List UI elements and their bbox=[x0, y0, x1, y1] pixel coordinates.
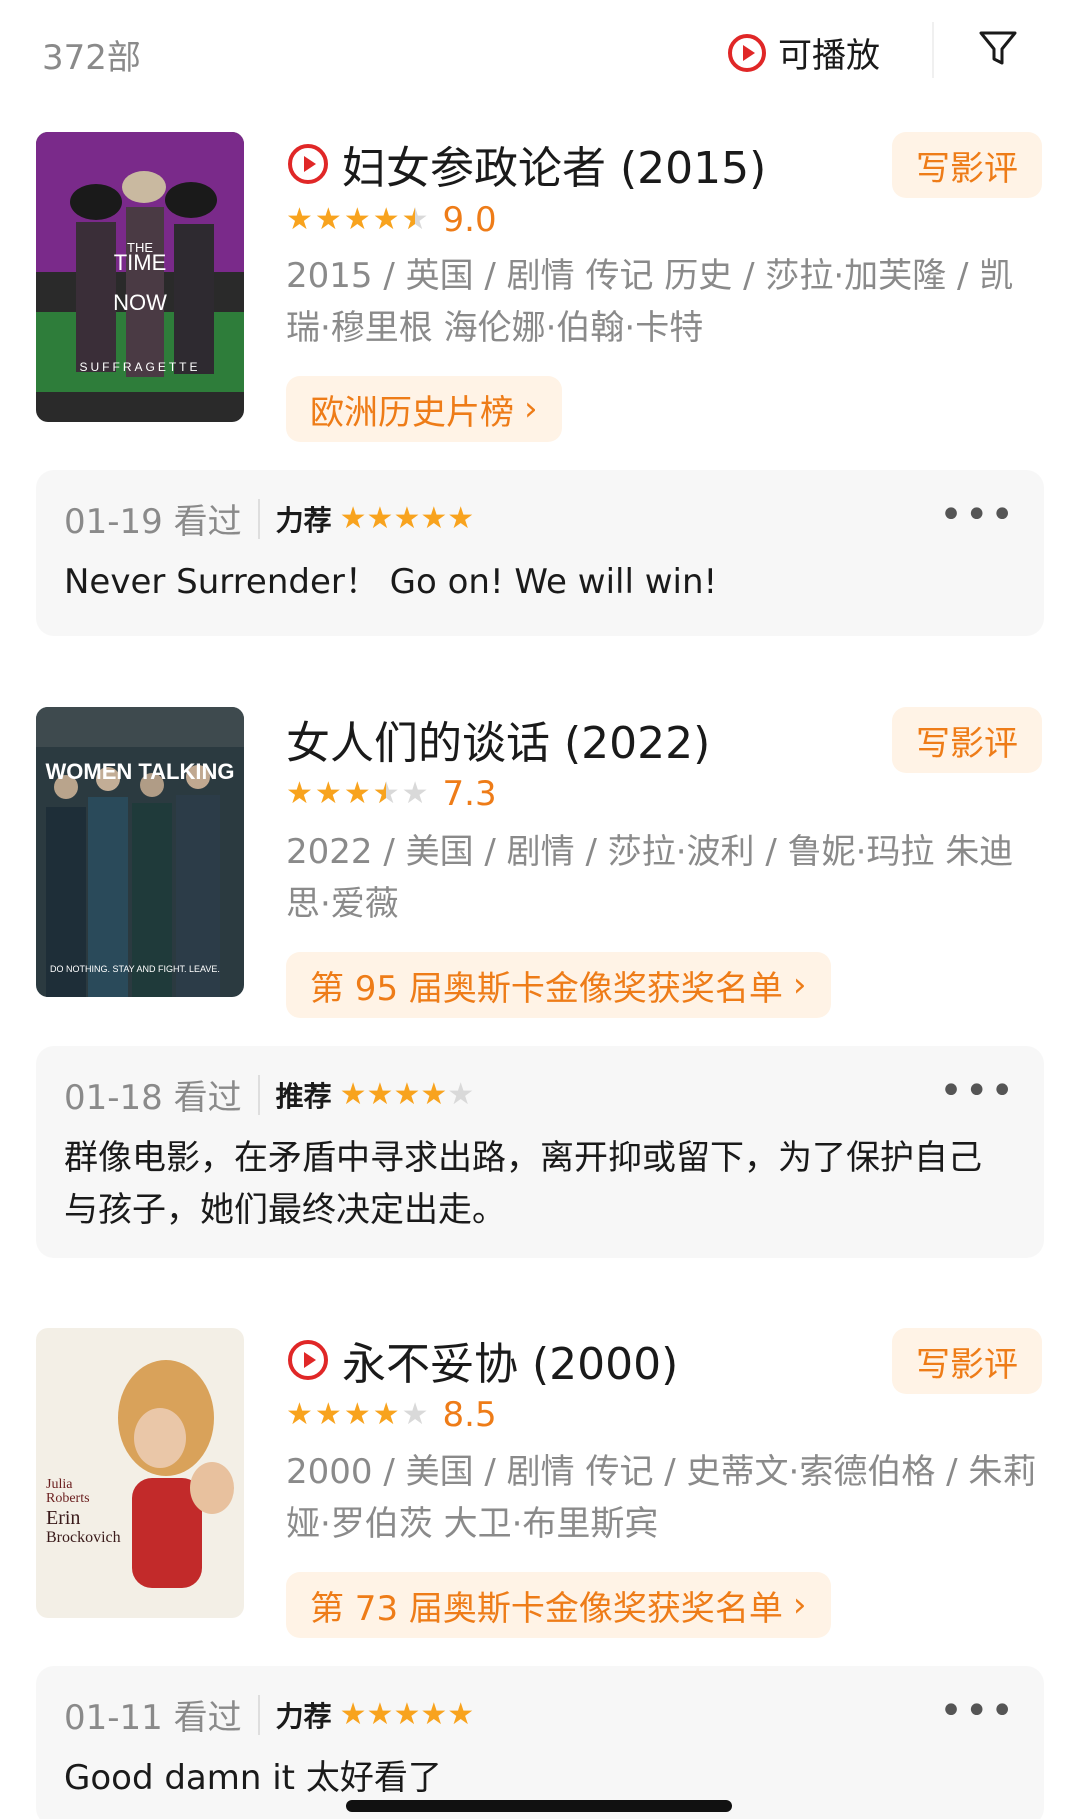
review-stars: ★ ★ ★ ★ ★ bbox=[339, 1696, 475, 1732]
rating-row: ★★★★★ 7.3 bbox=[286, 774, 497, 814]
ranking-list-chip[interactable]: 第 73 届奥斯卡金像奖获奖名单 › bbox=[286, 1572, 831, 1638]
review-text: Good damn it 太好看了 bbox=[64, 1758, 442, 1798]
playable-filter-button[interactable]: 可播放 bbox=[726, 28, 880, 77]
review-level: 力荐 bbox=[275, 503, 332, 537]
svg-text:Roberts: Roberts bbox=[46, 1491, 90, 1506]
chevron-right-icon: › bbox=[524, 389, 538, 429]
svg-text:WOMEN TALKING: WOMEN TALKING bbox=[45, 759, 234, 784]
review-header: 01-19 看过 力荐 ★ ★ ★ ★ ★ bbox=[64, 494, 474, 543]
ranking-list-label: 第 95 届奥斯卡金像奖获奖名单 bbox=[310, 968, 783, 1009]
movie-meta: 2015 / 英国 / 剧情 传记 历史 / 莎拉·加芙隆 / 凯瑞·穆里根 海… bbox=[286, 256, 1014, 348]
movie-title[interactable]: 永不妥协 (2000) bbox=[342, 1328, 678, 1392]
movie-poster[interactable]: Julia Roberts Erin Brockovich bbox=[36, 1328, 244, 1618]
svg-text:Erin: Erin bbox=[46, 1507, 80, 1529]
svg-text:NOW: NOW bbox=[113, 290, 167, 315]
movie-title[interactable]: 女人们的谈话 (2022) bbox=[286, 707, 710, 771]
movie-meta: 2022 / 美国 / 剧情 / 莎拉·波利 / 鲁妮·玛拉 朱迪思·爱薇 bbox=[286, 832, 1014, 924]
rating-stars: ★ ★ ★ ★ ★ bbox=[286, 779, 429, 810]
svg-text:DO NOTHING. STAY AND FIGHT. LE: DO NOTHING. STAY AND FIGHT. LEAVE. bbox=[50, 964, 220, 974]
svg-text:Julia: Julia bbox=[46, 1477, 73, 1492]
review-date: 01-11 看过 bbox=[64, 1698, 242, 1738]
review-header: 01-18 看过 推荐 ★ ★ ★ ★ ★ bbox=[64, 1070, 474, 1119]
movie-meta: 2000 / 美国 / 剧情 传记 / 史蒂文·索德伯格 / 朱莉娅·罗伯茨 大… bbox=[286, 1452, 1037, 1544]
top-bar: 372部 可播放 bbox=[0, 0, 1080, 100]
movie-title[interactable]: 妇女参政论者 (2015) bbox=[342, 132, 766, 196]
ranking-list-chip[interactable]: 欧洲历史片榜 › bbox=[286, 376, 562, 442]
rating-score: 9.0 bbox=[442, 200, 497, 240]
rating-score: 8.5 bbox=[442, 1395, 497, 1435]
playable-label: 可播放 bbox=[778, 36, 880, 76]
play-circle-icon bbox=[288, 1340, 328, 1380]
write-review-button[interactable]: 写影评 bbox=[892, 707, 1042, 773]
review-date: 01-19 看过 bbox=[64, 502, 242, 542]
chevron-right-icon: › bbox=[792, 1585, 807, 1625]
item-count: 372部 bbox=[42, 38, 141, 78]
more-options-icon[interactable]: ••• bbox=[939, 1688, 1016, 1734]
review-text: Never Surrender！ Go on! We will win! bbox=[64, 562, 718, 602]
more-options-icon[interactable]: ••• bbox=[939, 492, 1016, 538]
svg-text:Brockovich: Brockovich bbox=[46, 1529, 121, 1546]
write-review-button[interactable]: 写影评 bbox=[892, 132, 1042, 198]
play-circle-icon bbox=[288, 144, 328, 184]
review-header: 01-11 看过 力荐 ★ ★ ★ ★ ★ bbox=[64, 1690, 474, 1739]
movie-title-row[interactable]: 女人们的谈话 (2022) bbox=[286, 707, 710, 771]
ranking-list-label: 欧洲历史片榜 bbox=[310, 392, 514, 433]
chevron-right-icon: › bbox=[792, 965, 807, 1005]
play-circle-icon bbox=[728, 33, 766, 72]
review-stars: ★ ★ ★ ★ ★ bbox=[339, 500, 475, 536]
review-level: 推荐 bbox=[275, 1079, 332, 1113]
ranking-list-chip[interactable]: 第 95 届奥斯卡金像奖获奖名单 › bbox=[286, 952, 831, 1018]
rating-stars: ★ ★ ★ ★ ★ bbox=[286, 1397, 429, 1432]
review-level: 力荐 bbox=[275, 1699, 332, 1733]
filter-icon[interactable] bbox=[976, 26, 1020, 70]
svg-text:TIME: TIME bbox=[114, 250, 167, 275]
review-stars: ★ ★ ★ ★ ★ bbox=[339, 1076, 475, 1112]
rating-row: ★★★★★ 9.0 bbox=[286, 200, 497, 240]
ranking-list-label: 第 73 届奥斯卡金像奖获奖名单 bbox=[310, 1588, 783, 1629]
review-text: 群像电影，在矛盾中寻求出路，离开抑或留下，为了保护自己与孩子，她们最终决定出走。 bbox=[64, 1138, 982, 1230]
svg-text:SUFFRAGETTE: SUFFRAGETTE bbox=[79, 360, 200, 374]
review-card[interactable]: 01-18 看过 推荐 ★ ★ ★ ★ ★ ••• 群像电影，在矛盾中寻求出路，离开抑或… bbox=[36, 1046, 1044, 1258]
divider bbox=[257, 498, 260, 539]
divider bbox=[257, 1694, 260, 1735]
divider bbox=[257, 1074, 260, 1115]
movie-poster[interactable]: WOMEN TALKING DO NOTHING. STAY AND FIGHT… bbox=[36, 707, 244, 997]
review-date: 01-18 看过 bbox=[64, 1078, 242, 1118]
review-card[interactable]: 01-19 看过 力荐 ★ ★ ★ ★ ★ ••• Never Surrender！ G… bbox=[36, 470, 1044, 636]
movie-title-row[interactable]: 妇女参政论者 (2015) bbox=[286, 132, 766, 196]
write-review-button[interactable]: 写影评 bbox=[892, 1328, 1042, 1394]
rating-score: 7.3 bbox=[442, 774, 497, 814]
rating-row: ★ ★ ★ ★ ★ 8.5 bbox=[286, 1395, 497, 1435]
home-indicator[interactable] bbox=[346, 1800, 732, 1812]
more-options-icon[interactable]: ••• bbox=[939, 1068, 1016, 1114]
divider bbox=[932, 22, 934, 78]
rating-stars: ★ ★ ★ ★ ★ bbox=[286, 205, 429, 236]
review-card[interactable]: 01-11 看过 力荐 ★ ★ ★ ★ ★ ••• Good damn it 太好看了 bbox=[36, 1666, 1044, 1819]
movie-title-row[interactable]: 永不妥协 (2000) bbox=[286, 1328, 678, 1392]
movie-poster[interactable]: THE TIME NOW SUFFRAGETTE bbox=[36, 132, 244, 422]
